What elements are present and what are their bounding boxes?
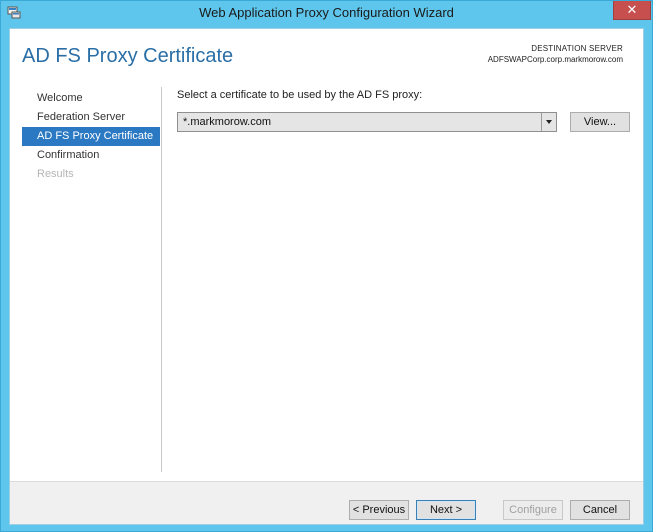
next-button[interactable]: Next > (416, 500, 476, 520)
page-title: AD FS Proxy Certificate (22, 45, 234, 67)
close-button[interactable]: ✕ (613, 1, 651, 20)
configure-button: Configure (503, 500, 563, 520)
nav-item-confirmation[interactable]: Confirmation (22, 146, 160, 165)
wizard-nav: Welcome Federation Server AD FS Proxy Ce… (22, 89, 160, 184)
view-certificate-button[interactable]: View... (570, 112, 630, 132)
nav-item-federation-server[interactable]: Federation Server (22, 108, 160, 127)
nav-item-ad-fs-proxy-certificate[interactable]: AD FS Proxy Certificate (22, 127, 160, 146)
chevron-down-icon[interactable] (541, 113, 556, 131)
title-bar[interactable]: Web Application Proxy Configuration Wiza… (1, 1, 652, 25)
window-title: Web Application Proxy Configuration Wiza… (199, 5, 454, 20)
destination-server-value: ADFSWAPCorp.corp.markmorow.com (487, 55, 623, 64)
close-icon: ✕ (626, 2, 638, 17)
wizard-footer: < Previous Next > Configure Cancel (10, 481, 643, 524)
nav-item-welcome[interactable]: Welcome (22, 89, 160, 108)
certificate-selected-value: *.markmorow.com (183, 116, 272, 128)
previous-button[interactable]: < Previous (349, 500, 409, 520)
wizard-window: Web Application Proxy Configuration Wiza… (0, 0, 653, 532)
nav-item-results: Results (37, 168, 74, 180)
certificate-prompt: Select a certificate to be used by the A… (177, 89, 423, 101)
cancel-button[interactable]: Cancel (570, 500, 630, 520)
wizard-client-area: AD FS Proxy Certificate DESTINATION SERV… (9, 28, 644, 525)
main-content: Select a certificate to be used by the A… (177, 87, 632, 132)
certificate-dropdown[interactable]: *.markmorow.com (177, 112, 557, 132)
nav-divider (161, 87, 162, 472)
destination-server-label: DESTINATION SERVER (531, 44, 623, 53)
